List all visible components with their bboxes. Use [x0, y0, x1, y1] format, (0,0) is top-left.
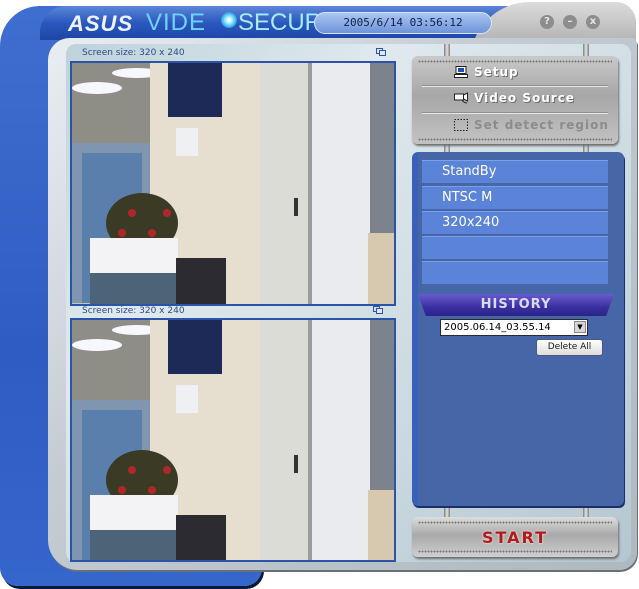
video-feed-1[interactable]: [70, 61, 396, 306]
status-row-format: NTSC M: [422, 186, 608, 209]
restore-window-icon[interactable]: [373, 306, 383, 314]
set-detect-region-button[interactable]: Set detect region: [412, 113, 618, 139]
lens-icon: [221, 12, 237, 28]
set-detect-region-label: Set detect region: [474, 118, 609, 132]
menu-panel: Setup Video Source Set detect region: [412, 56, 618, 144]
status-text: StandBy: [442, 164, 497, 179]
dashed-rect-icon: [454, 119, 468, 131]
camera-icon: [454, 92, 468, 104]
close-button[interactable]: x: [586, 15, 600, 29]
chevron-down-icon[interactable]: ▼: [574, 321, 586, 333]
camera-image: [72, 320, 394, 560]
setup-button[interactable]: Setup: [412, 60, 618, 86]
asus-logo: ASUS: [68, 11, 134, 36]
rivets: [418, 550, 612, 553]
camera-image: [72, 63, 394, 304]
video-source-label: Video Source: [474, 91, 575, 105]
delete-all-button[interactable]: Delete All: [536, 339, 603, 356]
start-label: START: [481, 528, 549, 547]
status-row-empty: [422, 261, 608, 284]
history-header: HISTORY: [418, 294, 614, 316]
setup-label: Setup: [474, 65, 519, 79]
close-icon: x: [589, 16, 597, 27]
history-selected-value: 2005.06.14_03.55.14: [444, 322, 551, 333]
history-dropdown[interactable]: 2005.06.14_03.55.14 ▼: [440, 319, 588, 336]
rivets: [418, 521, 612, 524]
datetime-display: 2005/6/14 03:56:12: [314, 12, 492, 34]
video-source-button[interactable]: Video Source: [412, 86, 618, 112]
help-icon: ?: [544, 16, 550, 27]
pane1-caption: Screen size: 320 x 240: [82, 48, 185, 58]
start-button[interactable]: START: [412, 517, 618, 557]
help-button[interactable]: ?: [540, 15, 554, 29]
minimize-icon: –: [567, 16, 573, 27]
rivets: [418, 138, 612, 141]
minimize-button[interactable]: –: [563, 15, 577, 29]
pane2-caption: Screen size: 320 x 240: [82, 306, 185, 316]
video-feed-2[interactable]: [70, 318, 396, 562]
status-text: NTSC M: [442, 190, 493, 205]
app-title-video: VIDE: [146, 9, 207, 36]
status-row-resolution: 320x240: [422, 211, 608, 234]
status-row-empty: [422, 236, 608, 259]
status-row-state: StandBy: [422, 160, 608, 183]
computer-icon: [454, 66, 468, 78]
status-text: 320x240: [442, 215, 500, 230]
restore-window-icon[interactable]: [376, 48, 386, 56]
